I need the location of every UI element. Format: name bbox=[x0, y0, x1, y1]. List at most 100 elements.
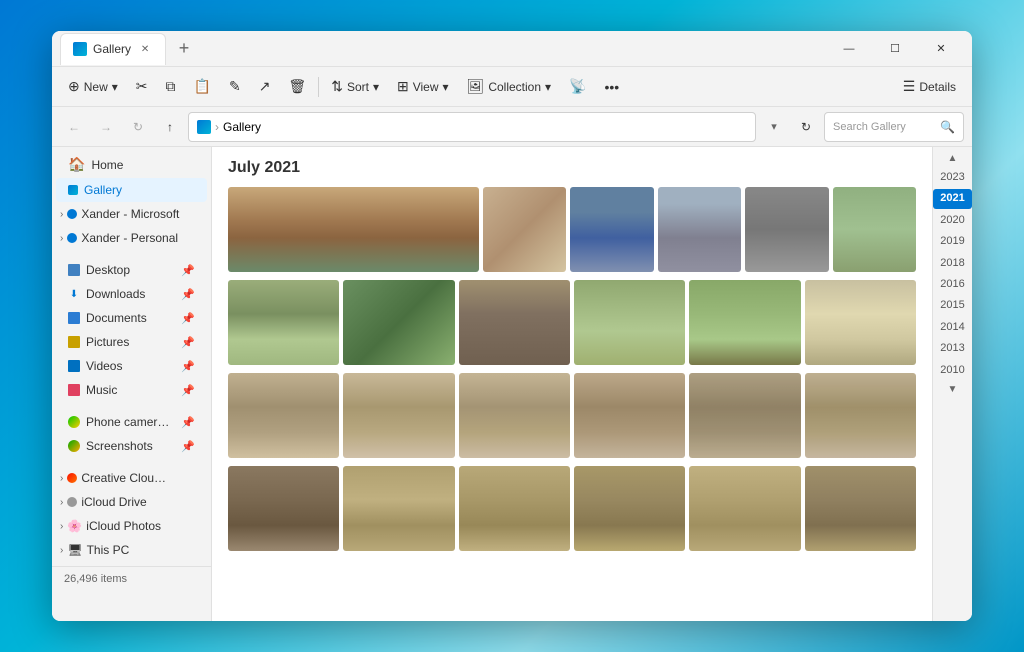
rename-button[interactable]: ✎ bbox=[221, 71, 249, 103]
sidebar-item-screenshots[interactable]: Screenshots 📌 bbox=[56, 434, 207, 458]
collection-button[interactable]: 🖼 Collection ▾ bbox=[459, 71, 560, 103]
photo-item[interactable] bbox=[343, 280, 454, 365]
photo-item[interactable] bbox=[228, 373, 339, 458]
photo-item[interactable] bbox=[805, 280, 916, 365]
timeline-year-2016[interactable]: 2016 bbox=[933, 275, 972, 294]
delete-button[interactable]: 🗑 bbox=[280, 71, 314, 103]
share-button[interactable]: ↗ bbox=[251, 71, 279, 103]
recent-button[interactable]: ↻ bbox=[124, 113, 152, 141]
sidebar-item-phone[interactable]: Phone camera rc 📌 bbox=[56, 410, 207, 434]
photo-item[interactable] bbox=[459, 373, 570, 458]
sidebar-icloud-photos-label: iCloud Photos bbox=[86, 519, 161, 533]
photo-item[interactable] bbox=[689, 280, 800, 365]
expand-arrow-personal: › bbox=[60, 233, 63, 244]
maximize-button[interactable]: ☐ bbox=[872, 33, 918, 65]
music-pin-icon: 📌 bbox=[181, 384, 195, 397]
timeline-year-2018[interactable]: 2018 bbox=[933, 254, 972, 273]
photo-item[interactable] bbox=[228, 466, 339, 551]
sidebar-section-xander-ms[interactable]: › Xander - Microsoft bbox=[52, 202, 211, 226]
photo-item[interactable] bbox=[459, 466, 570, 551]
more-button[interactable]: ••• bbox=[597, 71, 628, 103]
breadcrumb[interactable]: › Gallery bbox=[188, 112, 756, 142]
timeline-year-2020[interactable]: 2020 bbox=[933, 211, 972, 230]
photo-item[interactable] bbox=[459, 280, 570, 365]
photo-item[interactable] bbox=[574, 280, 685, 365]
title-bar: Gallery ✕ + — ☐ ✕ bbox=[52, 31, 972, 67]
sidebar-section-xander-personal[interactable]: › Xander - Personal bbox=[52, 226, 211, 250]
timeline-year-2013[interactable]: 2013 bbox=[933, 339, 972, 358]
photo-item[interactable] bbox=[574, 373, 685, 458]
search-placeholder: Search Gallery bbox=[833, 121, 936, 133]
new-button[interactable]: ⊕ New ▾ bbox=[60, 71, 126, 103]
sidebar-item-desktop[interactable]: Desktop 📌 bbox=[56, 258, 207, 282]
address-dropdown-button[interactable]: ▾ bbox=[760, 113, 788, 141]
collection-icon: 🖼 bbox=[467, 78, 485, 95]
timeline-year-2023[interactable]: 2023 bbox=[933, 168, 972, 187]
details-button[interactable]: ☰ Details bbox=[895, 71, 964, 103]
expand-arrow-pc: › bbox=[60, 545, 63, 556]
sidebar: 🏠 Home Gallery › Xander - Microsoft › Xa… bbox=[52, 147, 212, 621]
sidebar-item-pictures[interactable]: Pictures 📌 bbox=[56, 330, 207, 354]
tab-close-button[interactable]: ✕ bbox=[137, 41, 153, 57]
sidebar-section-creative-cloud[interactable]: › Creative Cloud Files bbox=[52, 466, 211, 490]
cast-button[interactable]: 📡 bbox=[561, 71, 594, 103]
refresh-button[interactable]: ↻ bbox=[792, 113, 820, 141]
photo-item[interactable] bbox=[228, 280, 339, 365]
up-button[interactable]: ↑ bbox=[156, 113, 184, 141]
paste-button[interactable]: 📋 bbox=[186, 71, 219, 103]
minimize-button[interactable]: — bbox=[826, 33, 872, 65]
expand-arrow-cc: › bbox=[60, 473, 63, 484]
photo-item[interactable] bbox=[745, 187, 829, 272]
copy-button[interactable]: ⧉ bbox=[158, 71, 184, 103]
photo-item[interactable] bbox=[343, 373, 454, 458]
forward-button[interactable]: → bbox=[92, 113, 120, 141]
back-button[interactable]: ← bbox=[60, 113, 88, 141]
search-box[interactable]: Search Gallery 🔍 bbox=[824, 112, 964, 142]
timeline-year-2015[interactable]: 2015 bbox=[933, 296, 972, 315]
photo-item[interactable] bbox=[689, 466, 800, 551]
timeline-up-arrow[interactable]: ▲ bbox=[946, 151, 960, 166]
sort-button[interactable]: ⇅ Sort ▾ bbox=[323, 71, 387, 103]
sidebar-item-videos[interactable]: Videos 📌 bbox=[56, 354, 207, 378]
pictures-icon bbox=[68, 336, 80, 348]
sidebar-item-music[interactable]: Music 📌 bbox=[56, 378, 207, 402]
sidebar-item-documents[interactable]: Documents 📌 bbox=[56, 306, 207, 330]
gallery-tab[interactable]: Gallery ✕ bbox=[60, 33, 166, 65]
sidebar-item-gallery[interactable]: Gallery bbox=[56, 178, 207, 202]
photo-item[interactable] bbox=[689, 373, 800, 458]
sidebar-desktop-label: Desktop bbox=[86, 263, 130, 277]
sidebar-section-this-pc[interactable]: › 🖥 This PC bbox=[52, 538, 211, 562]
timeline-year-2021[interactable]: 2021 bbox=[933, 189, 972, 208]
tab-label: Gallery bbox=[93, 42, 131, 56]
gallery-icon bbox=[68, 185, 78, 195]
paste-icon: 📋 bbox=[194, 78, 211, 95]
sidebar-section-icloud-drive[interactable]: › iCloud Drive bbox=[52, 490, 211, 514]
photo-item[interactable] bbox=[483, 187, 567, 272]
sidebar-item-downloads[interactable]: ⬇ Downloads 📌 bbox=[56, 282, 207, 306]
sidebar-section-icloud-photos[interactable]: › 🌸 iCloud Photos bbox=[52, 514, 211, 538]
this-pc-icon: 🖥 bbox=[67, 543, 82, 557]
photo-item[interactable] bbox=[833, 187, 917, 272]
search-icon[interactable]: 🔍 bbox=[940, 120, 955, 134]
photo-item[interactable] bbox=[805, 466, 916, 551]
timeline-year-2019[interactable]: 2019 bbox=[933, 232, 972, 251]
home-icon: 🏠 bbox=[68, 156, 85, 173]
cut-button[interactable]: ✂ bbox=[128, 71, 156, 103]
photo-item[interactable] bbox=[658, 187, 742, 272]
timeline-year-2010[interactable]: 2010 bbox=[933, 361, 972, 380]
photo-item[interactable] bbox=[574, 466, 685, 551]
docs-pin-icon: 📌 bbox=[181, 312, 195, 325]
photo-item[interactable] bbox=[343, 466, 454, 551]
photo-item[interactable] bbox=[805, 373, 916, 458]
close-button[interactable]: ✕ bbox=[918, 33, 964, 65]
new-tab-button[interactable]: + bbox=[170, 35, 198, 63]
timeline-year-2014[interactable]: 2014 bbox=[933, 318, 972, 337]
view-button[interactable]: ⊞ View ▾ bbox=[389, 71, 457, 103]
timeline-down-arrow[interactable]: ▼ bbox=[946, 382, 960, 397]
photo-item[interactable] bbox=[228, 187, 479, 272]
divider2 bbox=[52, 250, 211, 258]
divider1 bbox=[318, 77, 319, 97]
main-area: 🏠 Home Gallery › Xander - Microsoft › Xa… bbox=[52, 147, 972, 621]
photo-item[interactable] bbox=[570, 187, 654, 272]
sidebar-item-home[interactable]: 🏠 Home bbox=[56, 151, 207, 178]
